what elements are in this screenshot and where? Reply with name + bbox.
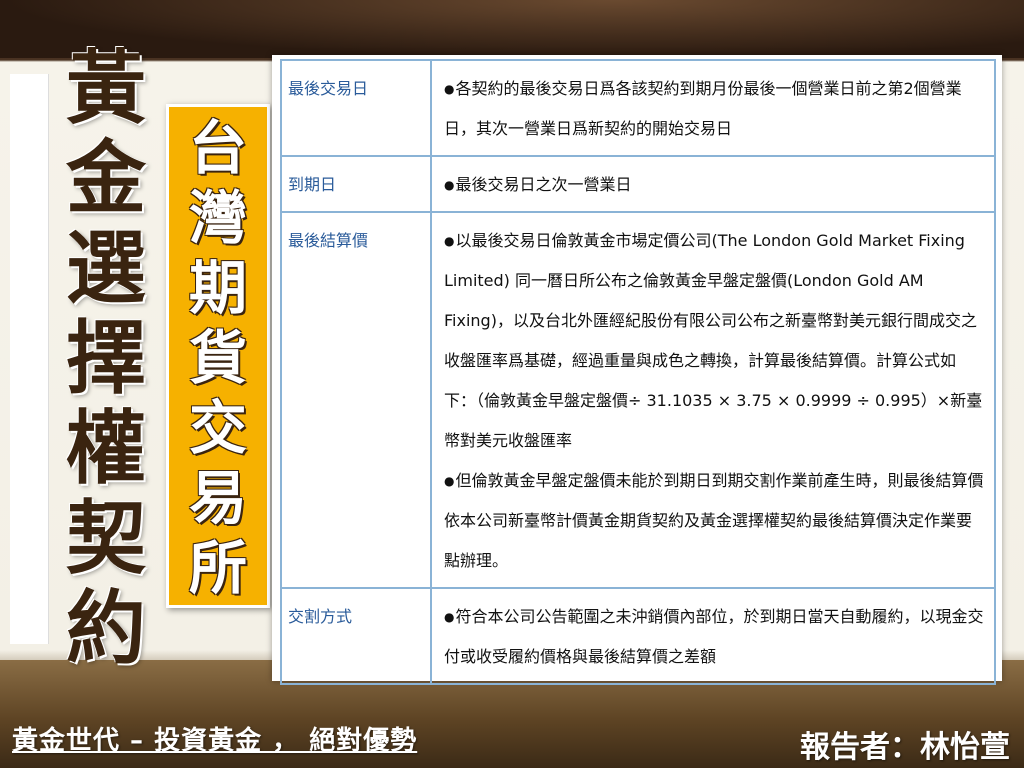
table-row: 最後結算價 ●以最後交易日倫敦黃金市場定價公司(The London Gold … — [280, 211, 996, 589]
row-paragraph: ●各契約的最後交易日爲各該契約到期月份最後一個營業日前之第2個營業日，其次一營業… — [444, 69, 984, 149]
row-label: 最後交易日 — [280, 59, 432, 157]
row-label: 交割方式 — [280, 587, 432, 685]
row-content: ●各契約的最後交易日爲各該契約到期月份最後一個營業日前之第2個營業日，其次一營業… — [430, 59, 996, 157]
spec-table: 最後交易日 ●各契約的最後交易日爲各該契約到期月份最後一個營業日前之第2個營業日… — [280, 59, 996, 685]
paragraph-text: 符合本公司公告範圍之未沖銷價內部位，於到期日當天自動履約，以現金交付或收受履約價… — [444, 607, 984, 666]
sub-title: 台灣期貨交易所 — [188, 114, 247, 602]
sub-title-box: 台灣期貨交易所 — [166, 104, 270, 608]
row-paragraph: ●以最後交易日倫敦黃金市場定價公司(The London Gold Market… — [444, 221, 984, 461]
table-row: 到期日 ●最後交易日之次一營業日 — [280, 155, 996, 213]
row-content: ●最後交易日之次一營業日 — [430, 155, 996, 213]
paragraph-text: 但倫敦黃金早盤定盤價未能於到期日到期交割作業前產生時，則最後結算價依本公司新臺幣… — [444, 471, 984, 570]
main-title: 黃金選擇權契約 — [66, 42, 146, 675]
paragraph-text: 最後交易日之次一營業日 — [455, 175, 632, 194]
table-row: 最後交易日 ●各契約的最後交易日爲各該契約到期月份最後一個營業日前之第2個營業日… — [280, 59, 996, 157]
paragraph-text: 以最後交易日倫敦黃金市場定價公司(The London Gold Market … — [444, 231, 983, 450]
row-label: 到期日 — [280, 155, 432, 213]
bullet-icon: ● — [444, 178, 455, 192]
row-paragraph: ●但倫敦黃金早盤定盤價未能於到期日到期交割作業前產生時，則最後結算價依本公司新臺… — [444, 461, 984, 581]
row-label: 最後結算價 — [280, 211, 432, 589]
paragraph-text: 各契約的最後交易日爲各該契約到期月份最後一個營業日前之第2個營業日，其次一營業日… — [444, 79, 962, 138]
bullet-icon: ● — [444, 82, 455, 96]
footer-presenter: 報告者：林怡萱 — [800, 730, 1010, 765]
bullet-icon: ● — [444, 610, 455, 624]
left-decorative-bar — [10, 74, 49, 644]
row-content: ●符合本公司公告範圍之未沖銷價內部位，於到期日當天自動履約，以現金交付或收受履約… — [430, 587, 996, 685]
row-content: ●以最後交易日倫敦黃金市場定價公司(The London Gold Market… — [430, 211, 996, 589]
table-row: 交割方式 ●符合本公司公告範圍之未沖銷價內部位，於到期日當天自動履約，以現金交付… — [280, 587, 996, 685]
bullet-icon: ● — [444, 474, 455, 488]
bullet-icon: ● — [444, 234, 455, 248]
row-paragraph: ●符合本公司公告範圍之未沖銷價內部位，於到期日當天自動履約，以現金交付或收受履約… — [444, 597, 984, 677]
footer-slogan: 黃金世代 – 投資黃金 ， 絕對優勢 — [12, 726, 418, 756]
spec-table-card: 最後交易日 ●各契約的最後交易日爲各該契約到期月份最後一個營業日前之第2個營業日… — [272, 55, 1002, 685]
row-paragraph: ●最後交易日之次一營業日 — [444, 165, 984, 205]
